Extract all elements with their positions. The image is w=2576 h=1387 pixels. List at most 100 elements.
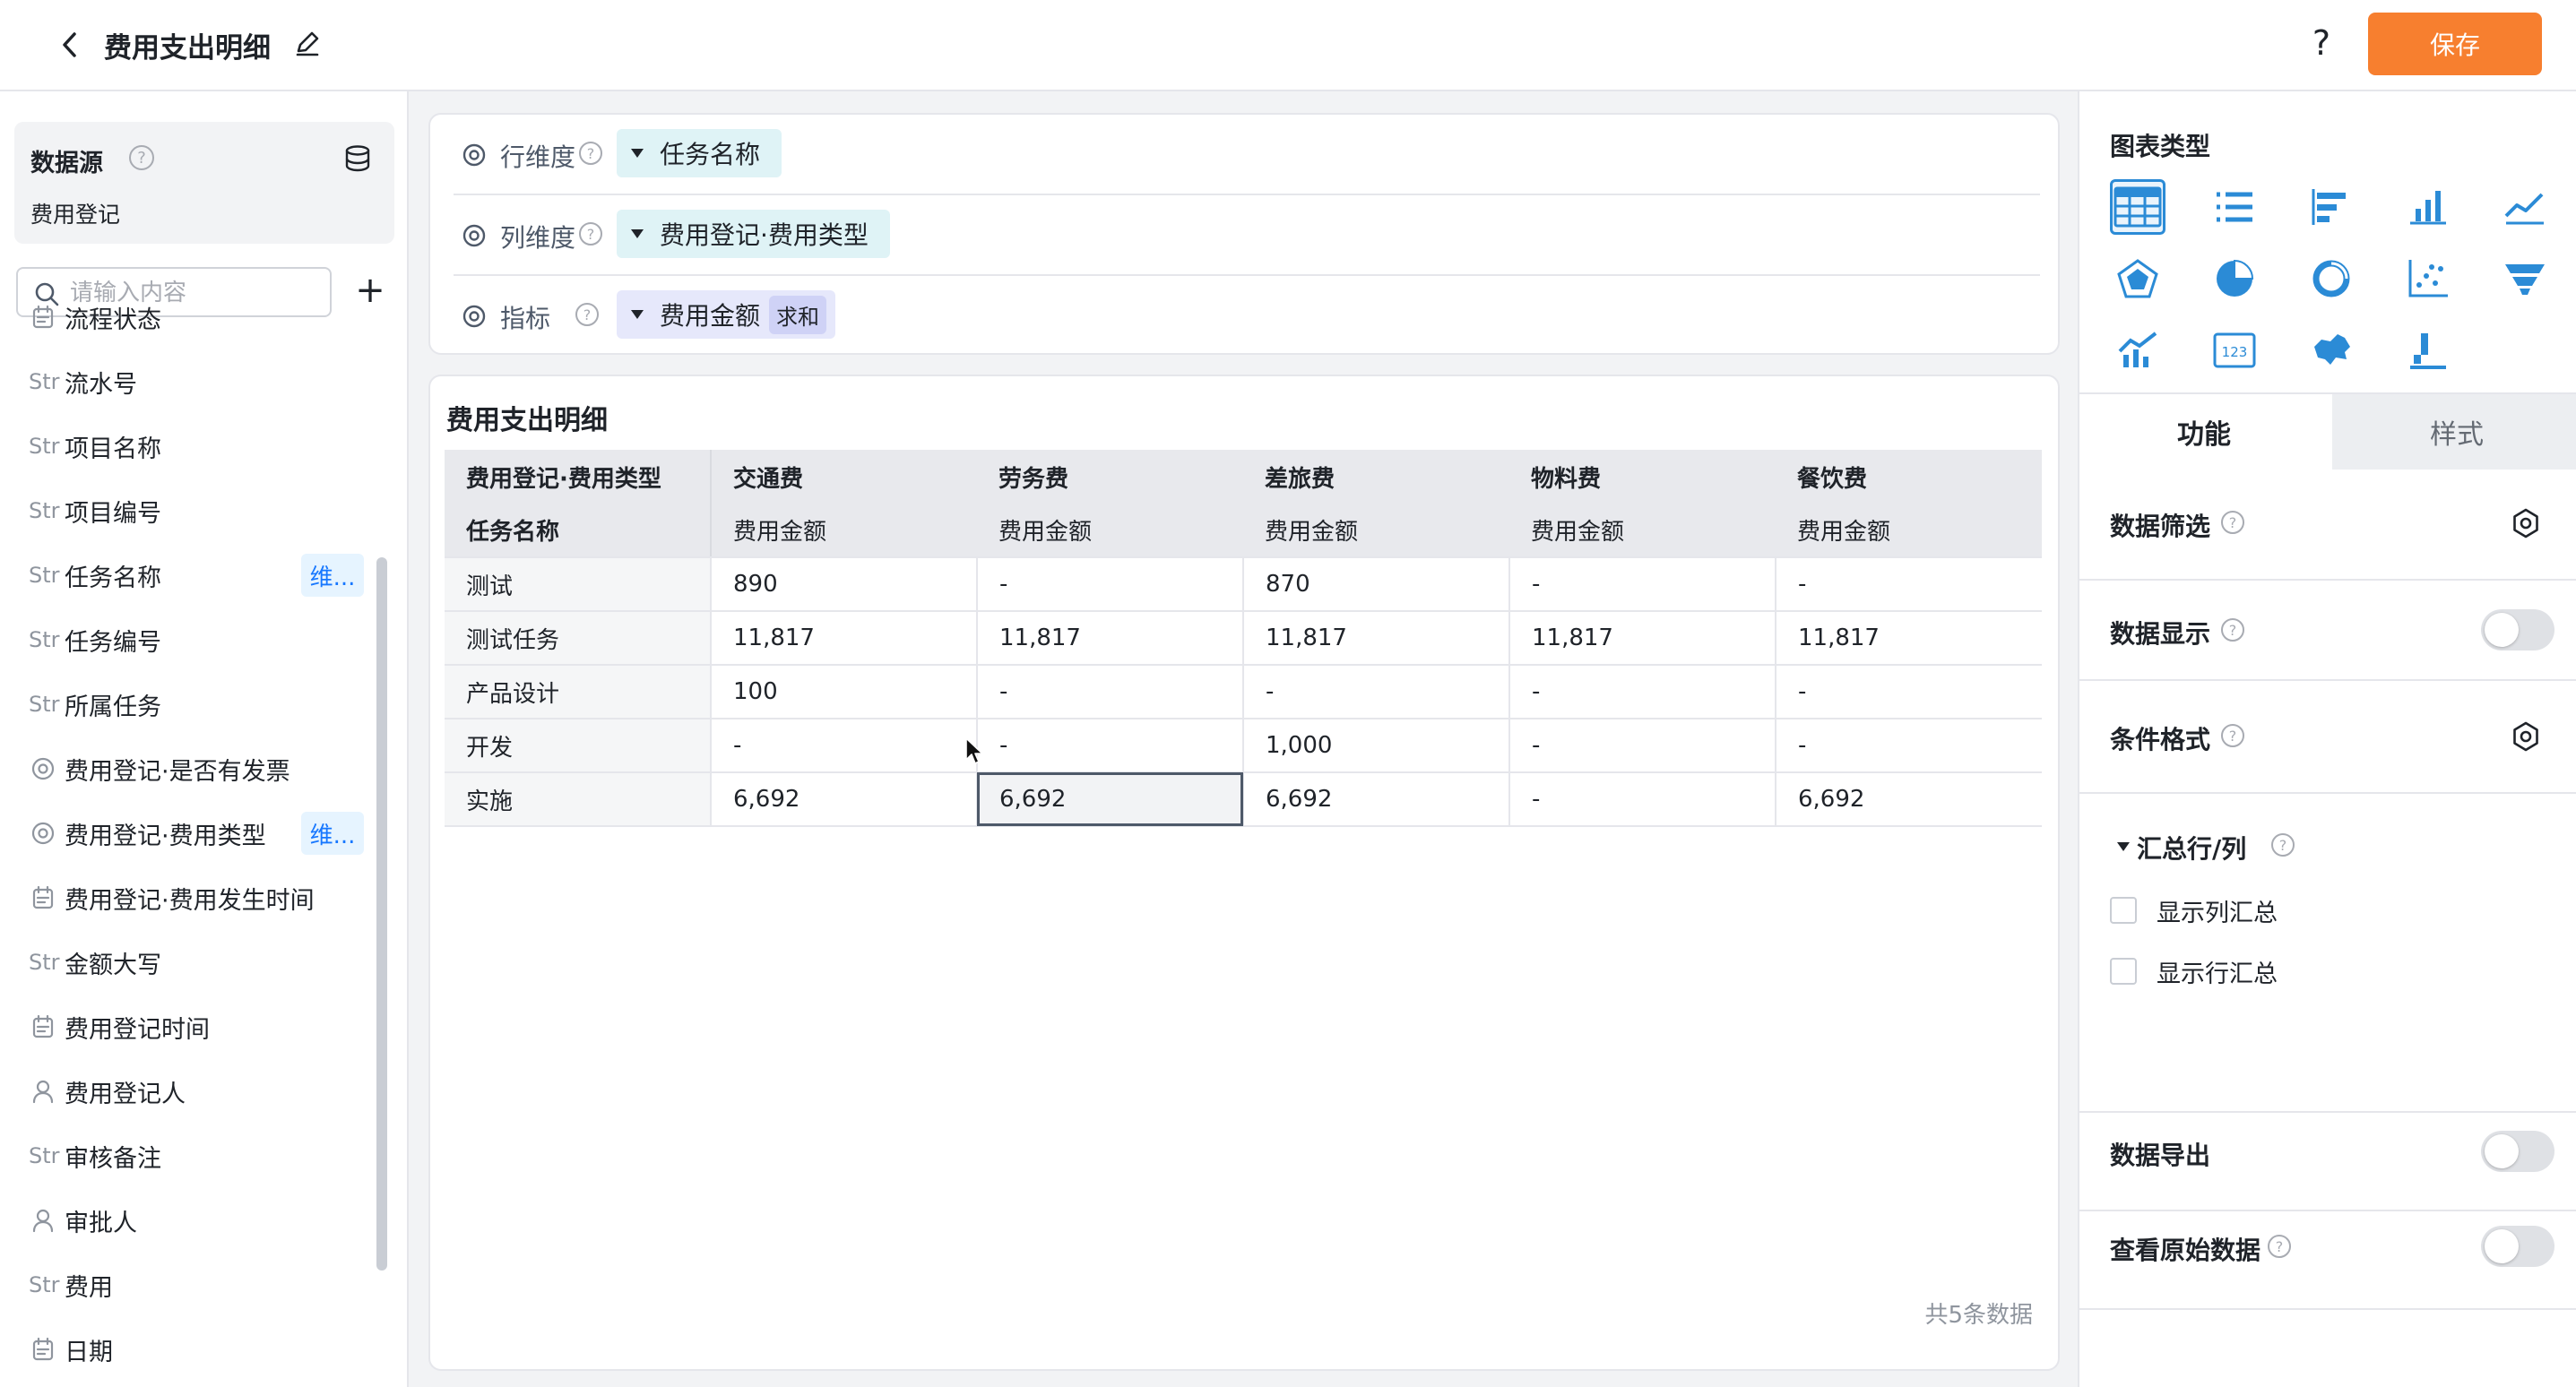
metric-help-icon[interactable]: ? xyxy=(575,303,599,326)
settings-circle-icon[interactable] xyxy=(461,142,488,168)
field-item[interactable]: Str 任务名称 维... xyxy=(0,548,376,602)
list-icon[interactable] xyxy=(2207,179,2262,235)
gear-icon[interactable] xyxy=(2510,720,2542,753)
number-card-icon[interactable]: 123 xyxy=(2207,323,2262,378)
field-item[interactable]: 费用登记·是否有发票 xyxy=(0,742,376,796)
table-cell[interactable]: 870 xyxy=(1243,557,1510,612)
field-item[interactable]: 日期 xyxy=(0,1322,376,1376)
show-row-total-checkbox[interactable] xyxy=(2110,958,2137,985)
settings-circle-icon[interactable] xyxy=(461,222,488,249)
donut-icon[interactable] xyxy=(2304,251,2359,306)
table-cell[interactable]: 6,692 xyxy=(1243,772,1510,827)
col-dimension-chip[interactable]: 费用登记·费用类型 xyxy=(617,210,890,258)
row-dimension-chip[interactable]: 任务名称 xyxy=(617,129,782,177)
show-col-total-row[interactable]: 显示列汇总 xyxy=(2110,892,2278,928)
gantt-icon[interactable] xyxy=(2400,323,2456,378)
table-cell[interactable]: - xyxy=(977,665,1244,719)
properties-panel: 图表类型 123 功能 样式 数据筛选 ? 数据显示 ? 条件格式 ? 汇总行/… xyxy=(2078,91,2576,1387)
table-cell[interactable]: 11,817 xyxy=(1509,611,1776,666)
radar-icon[interactable] xyxy=(2110,251,2165,306)
field-item[interactable]: Str 审核备注 xyxy=(0,1129,376,1183)
table-cell[interactable]: - xyxy=(1776,665,2042,719)
field-list-scrollbar[interactable] xyxy=(376,557,387,1271)
scatter-icon[interactable] xyxy=(2400,251,2456,306)
summary-help-icon[interactable]: ? xyxy=(2271,833,2295,857)
table-cell[interactable]: 开发 xyxy=(445,719,712,773)
pie-icon[interactable] xyxy=(2207,251,2262,306)
table-cell[interactable]: 11,817 xyxy=(977,611,1244,666)
raw-data-help-icon[interactable]: ? xyxy=(2268,1235,2291,1258)
gear-icon[interactable] xyxy=(2510,507,2542,539)
table-cell[interactable]: - xyxy=(1509,772,1776,827)
show-col-total-checkbox[interactable] xyxy=(2110,897,2137,924)
table-cell[interactable]: 11,817 xyxy=(1776,611,2042,666)
field-item[interactable]: 费用登记·费用类型 维... xyxy=(0,806,376,860)
field-item[interactable]: Str 费用 xyxy=(0,1258,376,1312)
raw-data-toggle[interactable] xyxy=(2481,1226,2554,1267)
field-item[interactable]: Str 金额大写 xyxy=(0,935,376,989)
bar-horizontal-icon[interactable] xyxy=(2304,179,2359,235)
field-item[interactable]: 费用登记·费用发生时间 xyxy=(0,871,376,925)
settings-circle-icon[interactable] xyxy=(461,303,488,330)
table-cell[interactable]: 100 xyxy=(711,665,978,719)
table-cell[interactable]: 实施 xyxy=(445,772,712,827)
field-item[interactable]: 审批人 xyxy=(0,1193,376,1247)
table-cell[interactable]: - xyxy=(711,719,978,773)
field-item[interactable]: Str 任务编号 xyxy=(0,613,376,667)
row-dimension-help-icon[interactable]: ? xyxy=(579,142,602,165)
chart-type-title: 图表类型 xyxy=(2110,132,2211,161)
field-item[interactable]: Str 项目名称 xyxy=(0,419,376,473)
table-cell[interactable]: 11,817 xyxy=(1243,611,1510,666)
table-cell[interactable]: 测试任务 xyxy=(445,611,712,666)
bar-vertical-icon[interactable] xyxy=(2400,179,2456,235)
field-item[interactable]: Str 项目编号 xyxy=(0,484,376,538)
table-cell[interactable]: - xyxy=(1776,719,2042,773)
database-icon[interactable] xyxy=(342,143,373,174)
conditional-format-help-icon[interactable]: ? xyxy=(2221,724,2244,747)
data-display-help-icon[interactable]: ? xyxy=(2221,618,2244,642)
field-item[interactable]: Str 流水号 xyxy=(0,355,376,409)
combo-icon[interactable] xyxy=(2110,323,2165,378)
table-cell[interactable]: - xyxy=(977,719,1244,773)
data-filter-help-icon[interactable]: ? xyxy=(2221,511,2244,534)
back-arrow-icon[interactable] xyxy=(52,27,88,63)
datasource-help-icon[interactable]: ? xyxy=(129,145,154,170)
summary-label[interactable]: 汇总行/列 xyxy=(2137,830,2246,866)
table-cell[interactable]: 890 xyxy=(711,557,978,612)
table-cell[interactable]: - xyxy=(1776,557,2042,612)
line-icon[interactable] xyxy=(2497,179,2553,235)
field-label: 流水号 xyxy=(65,370,137,399)
table-cell[interactable]: 测试 xyxy=(445,557,712,612)
help-icon[interactable]: ? xyxy=(2304,23,2339,63)
aggregation-badge[interactable]: 求和 xyxy=(769,295,827,334)
field-item[interactable]: 流程状态 xyxy=(0,290,376,344)
table-cell[interactable]: - xyxy=(1509,719,1776,773)
table-cell[interactable]: 6,692 xyxy=(1776,772,2042,827)
table-cell[interactable]: 11,817 xyxy=(711,611,978,666)
map-icon[interactable] xyxy=(2304,323,2359,378)
table-cell[interactable]: - xyxy=(977,557,1244,612)
save-button[interactable]: 保存 xyxy=(2368,13,2542,75)
table-cell[interactable]: - xyxy=(1509,665,1776,719)
field-item[interactable]: 费用登记时间 xyxy=(0,1000,376,1054)
funnel-icon[interactable] xyxy=(2497,251,2553,306)
table-cell[interactable]: 1,000 xyxy=(1243,719,1510,773)
data-display-toggle[interactable] xyxy=(2481,609,2554,650)
tab-function[interactable]: 功能 xyxy=(2079,394,2329,470)
col-dimension-help-icon[interactable]: ? xyxy=(579,222,602,246)
field-item[interactable]: Str 所属任务 xyxy=(0,677,376,731)
show-row-total-row[interactable]: 显示行汇总 xyxy=(2110,953,2278,989)
caret-down-icon[interactable] xyxy=(2117,842,2130,851)
metric-chip[interactable]: 费用金额 求和 xyxy=(617,290,836,339)
data-export-toggle[interactable] xyxy=(2481,1131,2554,1172)
tab-style[interactable]: 样式 xyxy=(2332,394,2576,470)
table-cell[interactable]: - xyxy=(1509,557,1776,612)
table-cell[interactable]: - xyxy=(1243,665,1510,719)
edit-pencil-icon[interactable] xyxy=(292,29,323,59)
field-item[interactable]: 费用登记人 xyxy=(0,1064,376,1118)
table-cell[interactable]: 6,692 xyxy=(977,772,1244,827)
table-icon[interactable] xyxy=(2110,179,2165,235)
string-type-icon: Str xyxy=(29,1143,60,1168)
table-cell[interactable]: 产品设计 xyxy=(445,665,712,719)
table-cell[interactable]: 6,692 xyxy=(711,772,978,827)
